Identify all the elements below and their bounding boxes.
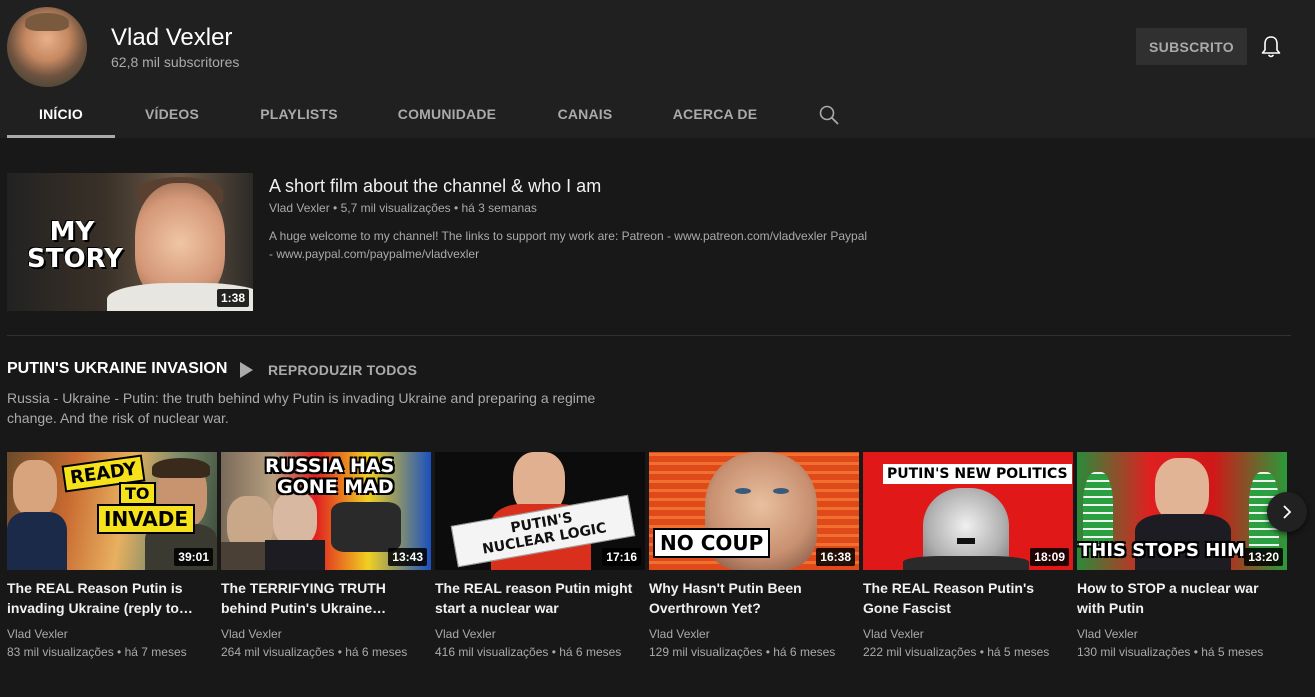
thumbnail-text: RUSSIA HAS [265,455,395,477]
video-meta: 130 mil visualizações • há 5 meses [1077,645,1264,659]
video-title[interactable]: The REAL reason Putin might start a nucl… [435,578,645,618]
video-title[interactable]: How to STOP a nuclear war with Putin [1077,578,1287,618]
featured-video-thumbnail[interactable]: MY STORY 1:38 [7,173,253,311]
featured-video-description: A huge welcome to my channel! The links … [269,229,868,261]
thumbnail-text: GONE MAD [277,476,394,498]
channel-header: Vlad Vexler 62,8 mil subscritores SUBSCR… [0,0,1315,138]
play-all-label: REPRODUZIR TODOS [268,362,418,378]
chevron-right-icon [1283,505,1292,519]
video-title[interactable]: The TERRIFYING TRUTH behind Putin's Ukra… [221,578,431,618]
bell-icon[interactable] [1259,34,1283,60]
search-icon[interactable] [818,104,840,126]
thumbnail-text: INVADE [97,504,196,534]
video-card[interactable]: PUTIN'S NEW POLITICS 18:09 The REAL Reas… [863,452,1073,661]
tab-acerca-de[interactable]: ACERCA DE [664,92,766,138]
featured-video-meta: Vlad Vexler • 5,7 mil visualizações • há… [269,201,537,215]
play-icon [240,362,253,378]
thumbnail-text: MY STORY [27,217,123,274]
tab-playlists[interactable]: PLAYLISTS [250,92,348,138]
video-thumbnail[interactable]: PUTIN'S NEW POLITICS 18:09 [863,452,1073,570]
video-thumbnail[interactable]: RUSSIA HAS GONE MAD 13:43 [221,452,431,570]
video-meta: 222 mil visualizações • há 5 meses [863,645,1050,659]
thumbnail-text: PUTIN'S NEW POLITICS [883,464,1072,484]
video-meta: 129 mil visualizações • há 6 meses [649,645,836,659]
video-card[interactable]: NO COUP 16:38 Why Hasn't Putin Been Over… [649,452,859,661]
video-channel[interactable]: Vlad Vexler [649,625,859,643]
video-channel[interactable]: Vlad Vexler [1077,625,1287,643]
video-card[interactable]: RUSSIA HAS GONE MAD 13:43 The TERRIFYING… [221,452,431,661]
thumbnail-text: THIS STOPS HIM [1079,540,1245,561]
video-duration: 13:43 [388,548,427,566]
video-duration: 39:01 [174,548,213,566]
tab-inicio[interactable]: INÍCIO [7,92,115,138]
video-duration: 13:20 [1244,548,1283,566]
shelf-description: Russia - Ukraine - Putin: the truth behi… [7,390,596,426]
shelf-title[interactable]: PUTIN'S UKRAINE INVASION [7,360,227,378]
video-thumbnail[interactable]: READY TO INVADE 39:01 [7,452,217,570]
video-channel[interactable]: Vlad Vexler [863,625,1073,643]
video-duration: 16:38 [816,548,855,566]
subscribed-button[interactable]: SUBSCRITO [1136,28,1247,65]
tab-comunidade[interactable]: COMUNIDADE [388,92,506,138]
tab-canais[interactable]: CANAIS [546,92,624,138]
video-meta: 83 mil visualizações • há 7 meses [7,645,187,659]
video-meta: 416 mil visualizações • há 6 meses [435,645,622,659]
video-title[interactable]: The REAL Reason Putin is invading Ukrain… [7,578,217,618]
shelf-next-button[interactable] [1267,492,1307,532]
video-meta: 264 mil visualizações • há 6 meses [221,645,408,659]
video-thumbnail[interactable]: THIS STOPS HIM 13:20 [1077,452,1287,570]
thumbnail-text: TO [119,482,156,505]
video-channel[interactable]: Vlad Vexler [7,625,217,643]
video-title[interactable]: The REAL Reason Putin's Gone Fascist [863,578,1073,618]
video-duration: 17:16 [602,548,641,566]
featured-video-title[interactable]: A short film about the channel & who I a… [269,176,601,197]
video-channel[interactable]: Vlad Vexler [435,625,645,643]
section-divider [7,335,1291,336]
channel-name: Vlad Vexler [111,24,233,51]
video-channel[interactable]: Vlad Vexler [221,625,431,643]
channel-avatar[interactable] [7,7,87,87]
video-card[interactable]: THIS STOPS HIM 13:20 How to STOP a nucle… [1077,452,1287,661]
video-duration: 18:09 [1030,548,1069,566]
video-card[interactable]: READY TO INVADE 39:01 The REAL Reason Pu… [7,452,217,661]
video-card[interactable]: PUTIN'S NUCLEAR LOGIC 17:16 The REAL rea… [435,452,645,661]
play-all-button[interactable]: REPRODUZIR TODOS [240,360,417,380]
video-title[interactable]: Why Hasn't Putin Been Overthrown Yet? [649,578,859,618]
video-thumbnail[interactable]: PUTIN'S NUCLEAR LOGIC 17:16 [435,452,645,570]
thumbnail-text: NO COUP [653,528,771,558]
subscriber-count: 62,8 mil subscritores [111,54,240,70]
video-thumbnail[interactable]: NO COUP 16:38 [649,452,859,570]
video-duration: 1:38 [216,289,249,307]
channel-tabs: INÍCIO VÍDEOS PLAYLISTS COMUNIDADE CANAI… [0,92,900,138]
tab-videos[interactable]: VÍDEOS [128,92,216,138]
